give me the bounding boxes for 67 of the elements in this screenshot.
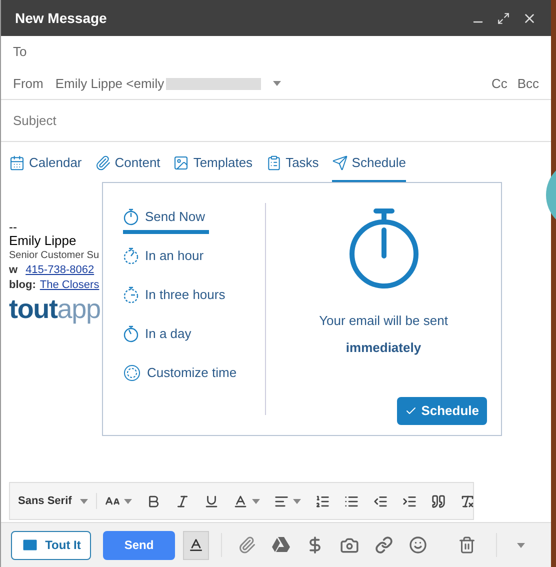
- more-options-icon: [517, 542, 525, 548]
- bcc-link[interactable]: Bcc: [517, 74, 539, 94]
- expand-icon[interactable]: [497, 12, 510, 24]
- schedule-option[interactable]: In a day: [123, 320, 192, 351]
- caret-icon: [80, 498, 88, 504]
- schedule-option[interactable]: In three hours: [123, 281, 226, 312]
- stopwatch-icon: [348, 208, 420, 290]
- schedule-option[interactable]: In an hour: [123, 242, 204, 273]
- toolbar-tab[interactable]: Templates: [173, 142, 253, 184]
- font-dropdown[interactable]: Sans Serif: [18, 492, 97, 510]
- schedule-time: immediately: [346, 338, 422, 357]
- schedule-option[interactable]: Send Now: [123, 203, 209, 234]
- paperclip-icon: [94, 155, 111, 171]
- gear-icon: [123, 364, 141, 382]
- tout-it-button[interactable]: Tout It: [11, 530, 91, 560]
- formatting-button[interactable]: [183, 530, 209, 560]
- indent-more-icon: [402, 494, 417, 508]
- toolbar-tab[interactable]: Tasks: [266, 142, 319, 184]
- italic-icon: [174, 494, 190, 508]
- toolbar-tab[interactable]: Calendar: [9, 142, 82, 184]
- drive-icon[interactable]: [272, 537, 290, 553]
- indent-less-icon: [372, 494, 388, 508]
- align-icon: [274, 494, 289, 508]
- caret-icon: [252, 498, 260, 504]
- paperclip-icon[interactable]: [238, 536, 256, 554]
- to-label: To: [13, 43, 27, 62]
- cc-link[interactable]: Cc: [491, 74, 508, 94]
- phone-label: w: [9, 263, 18, 278]
- numbered-list-icon: [314, 494, 330, 508]
- paper-plane-icon: [332, 155, 348, 171]
- schedule-button[interactable]: Schedule: [397, 397, 487, 425]
- stopwatch-icon: [123, 246, 139, 264]
- window-title: New Message: [15, 8, 108, 28]
- from-dropdown-icon: [273, 81, 282, 86]
- phone-link[interactable]: 415-738-8062: [26, 263, 94, 278]
- picture-icon: [173, 155, 190, 171]
- bulleted-list-icon: [344, 494, 359, 508]
- caret-icon: [124, 498, 132, 504]
- quote-icon: [430, 494, 446, 508]
- stopwatch-icon: [123, 286, 139, 304]
- text-color-icon: [232, 494, 248, 508]
- remove-formatting-icon: [460, 494, 475, 508]
- blog-link[interactable]: The Closers: [40, 278, 100, 293]
- underline-icon: [204, 494, 219, 508]
- check-icon: [405, 405, 418, 417]
- link-icon[interactable]: [375, 536, 393, 554]
- send-button[interactable]: Send: [103, 530, 175, 560]
- stopwatch-icon: [123, 208, 139, 226]
- camera-icon[interactable]: [340, 536, 359, 554]
- subject-field[interactable]: Subject: [1, 104, 551, 136]
- schedule-message: Your email will be sent: [319, 312, 448, 330]
- caret-icon: [292, 498, 301, 504]
- signature-title: Senior Customer Su: [9, 249, 100, 263]
- trash-icon[interactable]: [458, 536, 476, 554]
- calendar-icon: [9, 155, 25, 171]
- signature-dashes: --: [9, 221, 18, 233]
- company-logo: toutapp: [9, 293, 100, 325]
- clipboard-icon: [266, 155, 282, 171]
- from-value[interactable]: Emily Lippe <emily: [55, 74, 164, 94]
- toolbar-tab[interactable]: Content: [94, 142, 160, 184]
- schedule-option[interactable]: Customize time: [123, 359, 237, 390]
- stopwatch-icon: [123, 324, 139, 342]
- signature-name: Emily Lippe: [9, 233, 78, 248]
- text-format-icon: [188, 537, 204, 553]
- from-label: From: [13, 74, 44, 93]
- smiley-icon[interactable]: [409, 536, 427, 554]
- blog-label: blog:: [9, 278, 36, 293]
